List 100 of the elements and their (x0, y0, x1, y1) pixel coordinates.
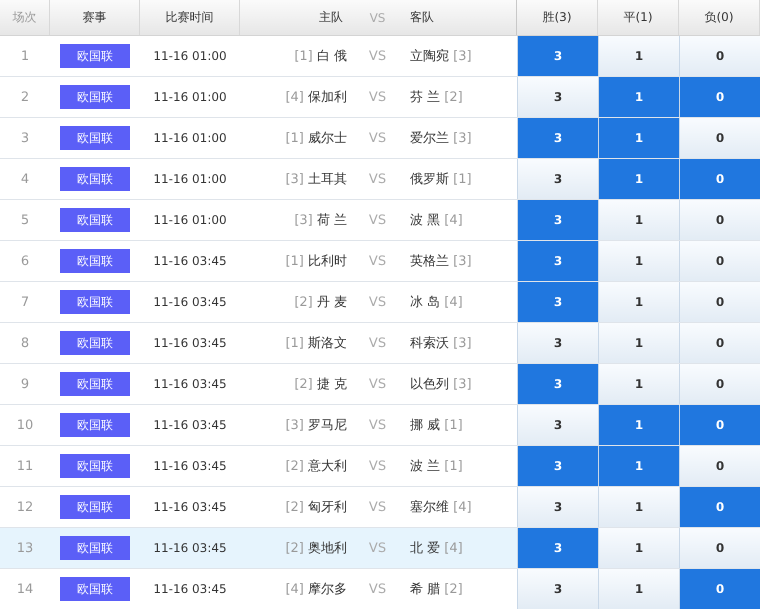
match-row[interactable]: 4 欧国联 11-16 01:00 [3] 土耳其 VS 俄罗斯 [1] 3 1 0 (0, 159, 760, 200)
match-time: 11-16 03:45 (152, 540, 228, 557)
odds-option[interactable]: 1 (598, 323, 679, 363)
vs-label: VS (368, 294, 388, 312)
league-tag: 欧国联 (60, 495, 130, 519)
odds-option[interactable]: 3 (517, 487, 598, 527)
match-row[interactable]: 8 欧国联 11-16 03:45 [1] 斯洛文 VS 科索沃 [3] 3 1 0 (0, 323, 760, 364)
match-time: 11-16 03:45 (152, 376, 228, 393)
home-team: [3] 土耳其 (285, 171, 347, 188)
match-time: 11-16 03:45 (152, 499, 228, 516)
home-team: [1] 比利时 (285, 253, 347, 270)
match-number: 1 (20, 48, 30, 66)
home-team: [2] 丹 麦 (294, 294, 347, 311)
odds-option[interactable]: 3 (517, 364, 598, 404)
odds-option[interactable]: 0 (679, 241, 760, 281)
match-row[interactable]: 3 欧国联 11-16 01:00 [1] 威尔士 VS 爱尔兰 [3] 3 1 0 (0, 118, 760, 159)
odds-option[interactable]: 3 (517, 323, 598, 363)
odds-option[interactable]: 0 (679, 364, 760, 404)
match-row[interactable]: 6 欧国联 11-16 03:45 [1] 比利时 VS 英格兰 [3] 3 1 0 (0, 241, 760, 282)
vs-label: VS (368, 170, 388, 188)
vs-label: VS (368, 48, 388, 66)
match-number: 13 (16, 540, 34, 558)
odds-option[interactable]: 0 (679, 569, 760, 609)
odds-option[interactable]: 0 (679, 323, 760, 363)
odds-option[interactable]: 1 (598, 118, 679, 158)
odds-option[interactable]: 1 (598, 528, 679, 568)
odds-option[interactable]: 3 (517, 200, 598, 240)
odds-option[interactable]: 1 (598, 569, 679, 609)
match-number: 10 (16, 416, 34, 434)
match-time: 11-16 01:00 (152, 89, 228, 106)
league-tag: 欧国联 (60, 536, 130, 560)
odds-option[interactable]: 1 (598, 446, 679, 486)
match-number: 7 (20, 294, 30, 312)
odds-option[interactable]: 3 (517, 405, 598, 445)
away-team: 冰 岛 [4] (410, 294, 463, 311)
match-time: 11-16 03:45 (152, 458, 228, 475)
odds-option[interactable]: 0 (679, 282, 760, 322)
home-team: [1] 斯洛文 (285, 335, 347, 352)
odds-option[interactable]: 0 (679, 77, 760, 117)
match-row[interactable]: 12 欧国联 11-16 03:45 [2] 匈牙利 VS 塞尔维 [4] 3 1 0 (0, 487, 760, 528)
odds-option[interactable]: 0 (679, 36, 760, 76)
match-row[interactable]: 1 欧国联 11-16 01:00 [1] 白 俄 VS 立陶宛 [3] 3 1 0 (0, 36, 760, 77)
odds-option[interactable]: 0 (679, 528, 760, 568)
match-time: 11-16 03:45 (152, 335, 228, 352)
home-team: [1] 白 俄 (294, 48, 347, 65)
odds-option[interactable]: 1 (598, 405, 679, 445)
vs-label: VS (368, 416, 388, 434)
away-team: 英格兰 [3] (410, 253, 472, 270)
odds-option[interactable]: 3 (517, 77, 598, 117)
odds-option[interactable]: 1 (598, 77, 679, 117)
odds-option[interactable]: 3 (517, 282, 598, 322)
odds-option[interactable]: 1 (598, 487, 679, 527)
odds-option[interactable]: 3 (517, 241, 598, 281)
odds-option[interactable]: 0 (679, 118, 760, 158)
match-row[interactable]: 10 欧国联 11-16 03:45 [3] 罗马尼 VS 挪 威 [1] 3 1 0 (0, 405, 760, 446)
odds-option[interactable]: 3 (517, 528, 598, 568)
vs-label: VS (368, 252, 388, 270)
vs-label: VS (368, 130, 388, 148)
match-row[interactable]: 2 欧国联 11-16 01:00 [4] 保加利 VS 芬 兰 [2] 3 1 0 (0, 77, 760, 118)
league-tag: 欧国联 (60, 249, 130, 273)
odds-option[interactable]: 3 (517, 446, 598, 486)
league-tag: 欧国联 (60, 167, 130, 191)
column-header: VS (368, 10, 386, 26)
vs-label: VS (368, 498, 388, 516)
odds-option[interactable]: 1 (598, 241, 679, 281)
match-row[interactable]: 5 欧国联 11-16 01:00 [3] 荷 兰 VS 波 黑 [4] 3 1 0 (0, 200, 760, 241)
column-header: 场次 (0, 0, 50, 35)
match-row[interactable]: 11 欧国联 11-16 03:45 [2] 意大利 VS 波 兰 [1] 3 1 0 (0, 446, 760, 487)
odds-option[interactable]: 1 (598, 159, 679, 199)
odds-option[interactable]: 3 (517, 159, 598, 199)
match-number: 8 (20, 334, 30, 352)
odds-option[interactable]: 0 (679, 159, 760, 199)
league-tag: 欧国联 (60, 454, 130, 478)
odds-option[interactable]: 3 (517, 36, 598, 76)
match-row[interactable]: 9 欧国联 11-16 03:45 [2] 捷 克 VS 以色列 [3] 3 1 0 (0, 364, 760, 405)
odds-option[interactable]: 0 (679, 405, 760, 445)
vs-label: VS (368, 376, 388, 394)
odds-option[interactable]: 1 (598, 364, 679, 404)
vs-label: VS (368, 334, 388, 352)
away-team: 波 黑 [4] (410, 212, 463, 229)
league-tag: 欧国联 (60, 413, 130, 437)
odds-option[interactable]: 0 (679, 200, 760, 240)
odds-option[interactable]: 1 (598, 200, 679, 240)
odds-option[interactable]: 3 (517, 569, 598, 609)
away-team: 俄罗斯 [1] (410, 171, 472, 188)
away-team: 塞尔维 [4] (410, 499, 472, 516)
home-team: [2] 奥地利 (285, 540, 347, 557)
match-time: 11-16 03:45 (152, 417, 228, 434)
home-team: [3] 荷 兰 (294, 212, 347, 229)
odds-option[interactable]: 1 (598, 36, 679, 76)
vs-label: VS (368, 580, 388, 598)
odds-option[interactable]: 0 (679, 446, 760, 486)
match-row[interactable]: 7 欧国联 11-16 03:45 [2] 丹 麦 VS 冰 岛 [4] 3 1 0 (0, 282, 760, 323)
odds-option[interactable]: 3 (517, 118, 598, 158)
match-row[interactable]: 13 欧国联 11-16 03:45 [2] 奥地利 VS 北 爱 [4] 3 1 0 (0, 528, 760, 569)
match-time: 11-16 03:45 (152, 294, 228, 311)
match-number: 2 (20, 88, 30, 106)
odds-option[interactable]: 1 (598, 282, 679, 322)
league-tag: 欧国联 (60, 85, 130, 109)
odds-option[interactable]: 0 (679, 487, 760, 527)
